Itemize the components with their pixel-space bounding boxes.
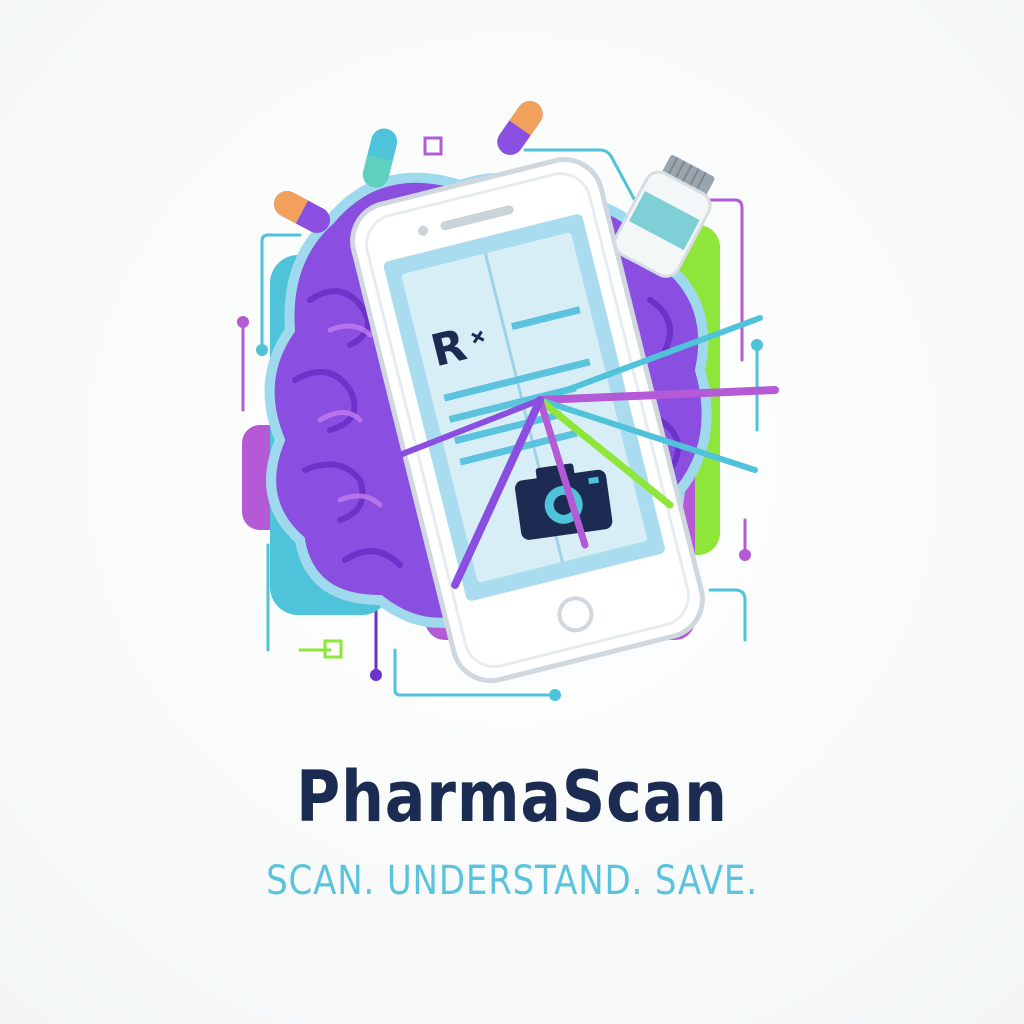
brand-name: PharmaScan bbox=[296, 756, 728, 838]
logo-illustration: R bbox=[237, 101, 779, 701]
brand-tagline: SCAN. UNDERSTAND. SAVE. bbox=[266, 858, 758, 904]
logo-canvas: R PharmaScan SCAN. UNDERSTAND. SAVE. bbox=[0, 0, 1024, 1024]
